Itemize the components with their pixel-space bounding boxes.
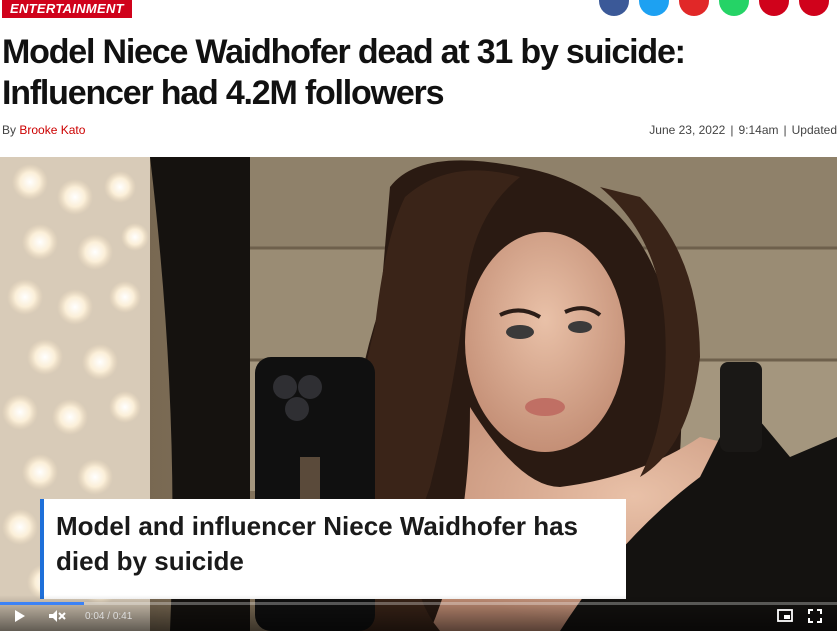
caption-accent-bar: [40, 499, 44, 599]
fullscreen-icon[interactable]: [808, 609, 822, 626]
share-bar: [599, 0, 829, 16]
facebook-icon[interactable]: [599, 0, 629, 16]
video-duration: 0:41: [112, 611, 133, 622]
meta-separator: |: [730, 123, 734, 137]
video-time-display: 0:04 / 0:41: [85, 611, 132, 622]
video-progress-fill: [0, 602, 84, 605]
video-player[interactable]: Model and influencer Niece Waidhofer has…: [0, 157, 837, 631]
publish-date: June 23, 2022: [649, 123, 726, 137]
video-current-time: 0:04: [85, 611, 105, 622]
video-caption-box: Model and influencer Niece Waidhofer has…: [40, 499, 626, 599]
whatsapp-icon[interactable]: [719, 0, 749, 16]
author-link[interactable]: Brooke Kato: [19, 123, 85, 137]
meta-separator: |: [783, 123, 787, 137]
byline-prefix: By: [2, 123, 17, 137]
updated-label: Updated: [791, 123, 837, 137]
play-icon[interactable]: [14, 609, 26, 626]
headline: Model Niece Waidhofer dead at 31 by suic…: [2, 33, 686, 112]
video-caption: Model and influencer Niece Waidhofer has…: [56, 511, 579, 576]
picture-in-picture-icon[interactable]: [777, 609, 793, 625]
publish-meta: June 23, 2022 | 9:14am | Updated: [649, 123, 837, 137]
publish-time: 9:14am: [738, 123, 779, 137]
video-progress-bar[interactable]: [0, 602, 837, 605]
byline: By Brooke Kato: [2, 123, 85, 137]
video-time-separator: /: [107, 611, 111, 622]
link-icon[interactable]: [799, 0, 829, 16]
email-icon[interactable]: [759, 0, 789, 16]
twitter-icon[interactable]: [639, 0, 669, 16]
category-badge[interactable]: ENTERTAINMENT: [2, 0, 132, 18]
flipboard-icon[interactable]: [679, 0, 709, 16]
muted-volume-icon[interactable]: [48, 609, 66, 626]
